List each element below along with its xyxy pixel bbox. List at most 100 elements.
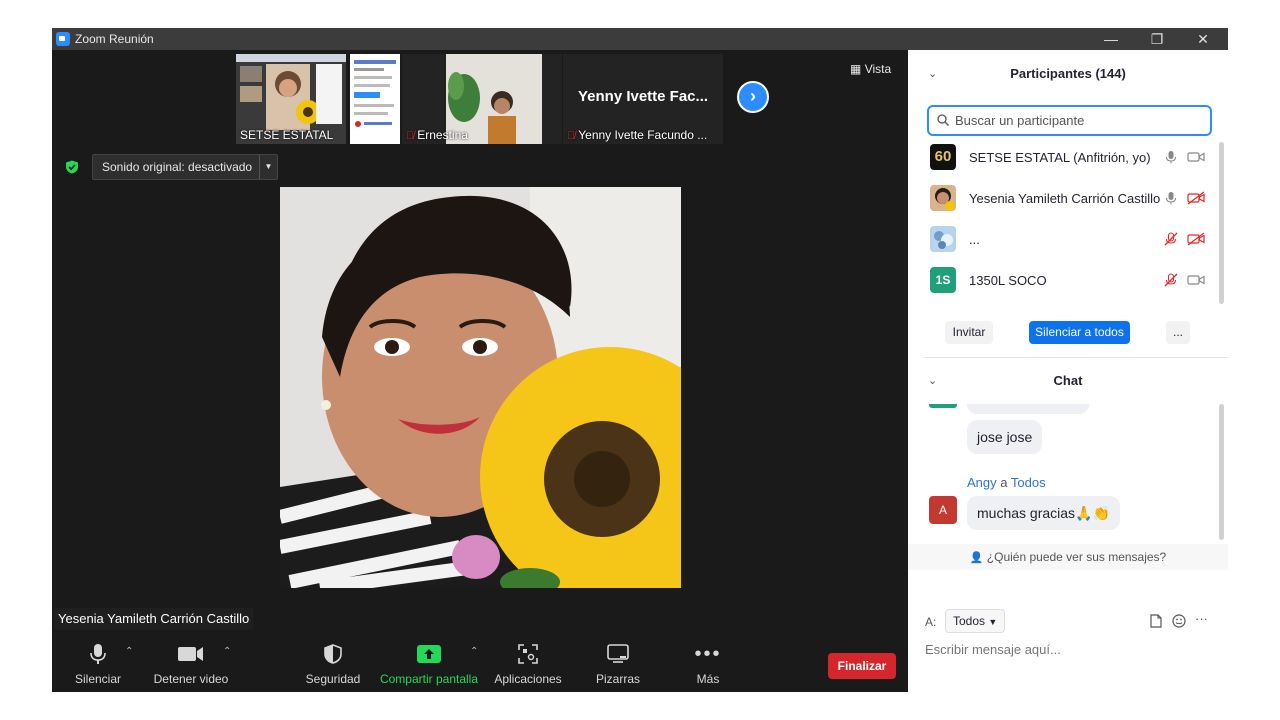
mic-on-icon[interactable] xyxy=(1164,150,1178,164)
participant-row[interactable]: ... xyxy=(908,222,1218,258)
participant-name: Yesenia Yamileth Carrión Castillo xyxy=(969,191,1161,206)
invite-button[interactable]: Invitar xyxy=(945,321,993,344)
chat-sender-line: Angy a Todos xyxy=(967,475,1046,490)
sender-joiner: a xyxy=(1000,475,1008,490)
side-panel: ⌄ Participantes (144) Buscar un particip… xyxy=(908,50,1228,692)
share-screen-icon xyxy=(417,645,441,663)
who-can-see-messages[interactable]: 👤 ¿Quién puede ver sus mensajes? xyxy=(908,544,1228,570)
recipient-select[interactable]: Todos ▼ xyxy=(945,609,1006,633)
stop-video-button[interactable]: Detener video xyxy=(152,640,230,686)
camera-on-icon[interactable] xyxy=(1187,150,1205,164)
document-preview xyxy=(350,54,400,144)
thumbnail-setse-estatal[interactable]: SETSE ESTATAL xyxy=(236,54,346,144)
thumbnail-screen[interactable] xyxy=(350,54,400,144)
participant-row[interactable]: Yesenia Yamileth Carrión Castillo xyxy=(908,181,1218,217)
stop-video-label: Detener video xyxy=(153,672,229,686)
mic-muted-icon[interactable] xyxy=(1164,232,1178,246)
apps-icon xyxy=(518,644,538,664)
end-meeting-button[interactable]: Finalizar xyxy=(828,653,896,679)
camera-off-icon[interactable] xyxy=(1187,191,1205,205)
apps-label: Aplicaciones xyxy=(494,672,562,686)
previous-sender-avatar xyxy=(929,404,957,408)
share-screen-button[interactable]: Compartir pantalla xyxy=(379,640,479,686)
whiteboards-button[interactable]: Pizarras xyxy=(590,640,646,686)
active-speaker-name: Yesenia Yamileth Carrión Castillo xyxy=(54,608,254,630)
avatar: 1S xyxy=(930,267,956,293)
apps-button[interactable]: Aplicaciones xyxy=(492,640,564,686)
thumbnail-name: 🎙̸ Ernestina xyxy=(406,128,468,142)
view-button[interactable]: ▦ Vista xyxy=(850,62,891,76)
restore-button[interactable]: ❐ xyxy=(1134,28,1180,50)
avatar xyxy=(930,226,956,252)
microphone-icon xyxy=(90,644,106,664)
original-sound-dropdown[interactable]: Sonido original: desactivado ▼ xyxy=(92,154,278,180)
recipient-value: Todos xyxy=(953,614,986,628)
mic-muted-icon: 🎙̸ xyxy=(567,130,576,142)
avatar-photo xyxy=(930,226,956,252)
who-can-see-label: ¿Quién puede ver sus mensajes? xyxy=(986,550,1167,564)
participant-name: SETSE ESTATAL (Anfitrión, yo) xyxy=(969,150,1151,165)
share-options-caret[interactable]: ⌃ xyxy=(470,646,478,657)
thumbnail-big-name: Yenny Ivette Fac... xyxy=(577,88,709,105)
camera-on-icon[interactable] xyxy=(1187,273,1205,287)
sender-avatar: A xyxy=(929,496,957,524)
mute-label: Silenciar xyxy=(74,672,122,686)
security-shield-icon xyxy=(324,644,342,664)
avatar xyxy=(930,185,956,211)
sender-name[interactable]: Angy xyxy=(967,475,997,490)
speaker-video-frame xyxy=(280,187,681,588)
search-placeholder: Buscar un participante xyxy=(955,113,1085,128)
mute-button[interactable]: Silenciar xyxy=(68,640,128,686)
mic-on-icon[interactable] xyxy=(1164,191,1178,205)
participants-header: Participantes (144) xyxy=(1010,66,1126,81)
more-button[interactable]: ••• Más xyxy=(684,640,732,687)
active-speaker-video xyxy=(280,187,681,588)
title-bar: Zoom Reunión — ❐ ✕ xyxy=(52,28,1228,50)
chat-header: Chat xyxy=(1053,373,1083,388)
video-stage: SETSE ESTATAL 🎙̸ Ernestina Yenny Ivette … xyxy=(52,50,908,692)
participant-name: Yenny Ivette Facundo ... xyxy=(578,128,708,142)
video-options-caret[interactable]: ⌃ xyxy=(223,646,231,657)
more-dots-icon: ••• xyxy=(694,642,722,665)
close-button[interactable]: ✕ xyxy=(1180,28,1226,50)
emoji-icon[interactable] xyxy=(1172,614,1186,628)
avatar-photo xyxy=(930,185,956,211)
file-icon[interactable] xyxy=(1150,614,1162,628)
grid-icon: ▦ xyxy=(850,62,862,76)
more-label: Más xyxy=(696,672,720,686)
participant-name: 1350L SOCO xyxy=(969,273,1047,288)
chat-more-icon[interactable]: ··· xyxy=(1195,611,1208,626)
chat-message: jose jose xyxy=(967,420,1043,454)
participant-search-input[interactable]: Buscar un participante xyxy=(927,105,1212,136)
participant-row[interactable]: 1S 1350L SOCO xyxy=(908,263,1218,299)
chat-scrollbar[interactable] xyxy=(1219,404,1224,540)
whiteboards-label: Pizarras xyxy=(595,672,640,686)
participants-scrollbar[interactable] xyxy=(1219,142,1224,304)
zoom-meeting-window: Zoom Reunión — ❐ ✕ SETSE ESTATAL 🎙̸ Erne… xyxy=(52,28,1228,692)
chevron-down-icon[interactable]: ▼ xyxy=(259,155,277,179)
participant-name: ... xyxy=(969,232,980,247)
security-button[interactable]: Seguridad xyxy=(302,640,364,686)
chat-message-input[interactable] xyxy=(925,642,1215,657)
recipient-label: A: xyxy=(925,615,937,629)
recipient-name[interactable]: Todos xyxy=(1011,475,1046,490)
video-camera-icon xyxy=(178,647,203,661)
chevron-down-icon: ▼ xyxy=(988,617,998,627)
thumbnail-ernestina[interactable]: 🎙̸ Ernestina xyxy=(402,54,562,144)
mic-muted-icon[interactable] xyxy=(1164,273,1178,287)
next-page-button[interactable]: › xyxy=(737,81,769,113)
search-icon xyxy=(937,114,949,126)
avatar: 60 xyxy=(930,144,956,170)
participants-more-button[interactable]: ... xyxy=(1166,321,1190,344)
mute-options-caret[interactable]: ⌃ xyxy=(125,646,133,657)
camera-off-icon[interactable] xyxy=(1187,232,1205,246)
panel-divider xyxy=(924,357,1228,358)
thumbnail-yenny[interactable]: Yenny Ivette Fac... 🎙̸ Yenny Ivette Facun… xyxy=(563,54,723,144)
security-label: Seguridad xyxy=(305,672,361,686)
encryption-shield-icon xyxy=(66,160,78,174)
previous-message-bubble xyxy=(967,404,1089,414)
minimize-button[interactable]: — xyxy=(1088,28,1134,50)
zoom-logo-icon xyxy=(56,32,70,46)
participant-row[interactable]: 60 SETSE ESTATAL (Anfitrión, yo) xyxy=(908,140,1218,176)
mute-all-button[interactable]: Silenciar a todos xyxy=(1029,321,1130,344)
